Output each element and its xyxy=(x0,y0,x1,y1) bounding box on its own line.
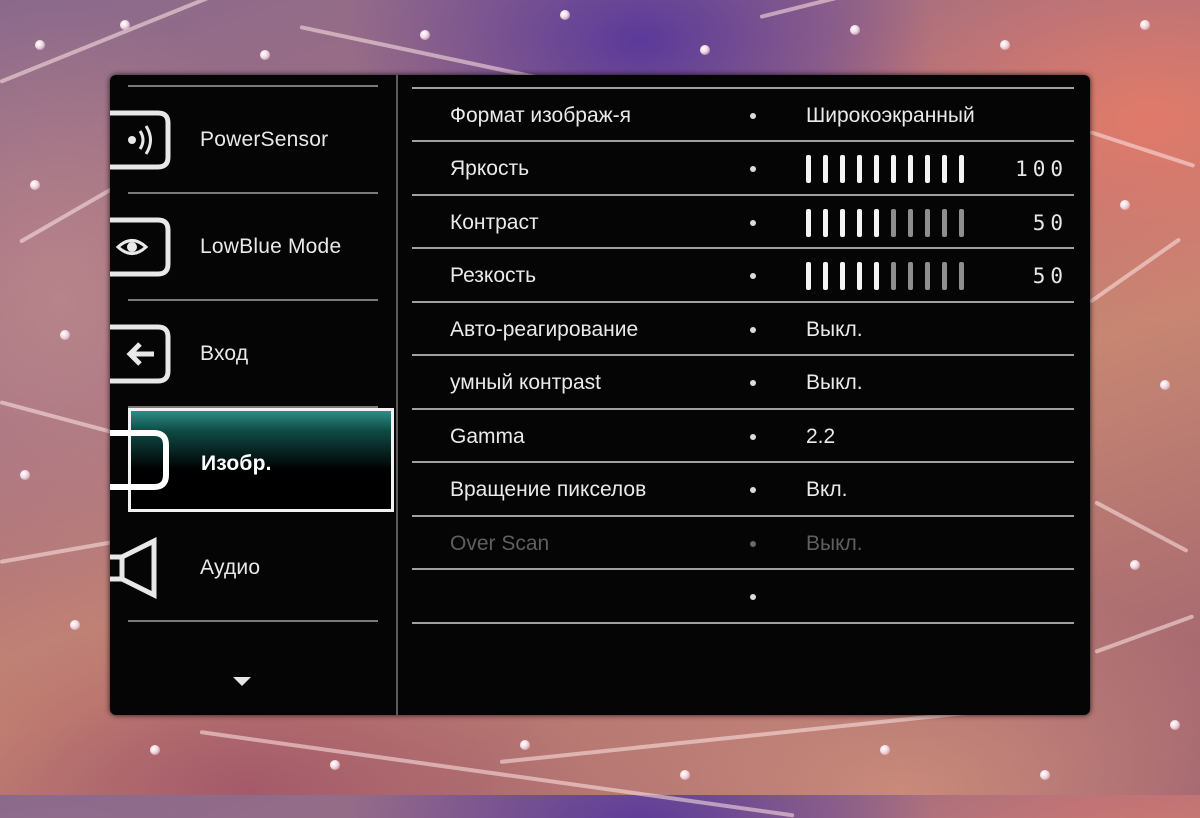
sidebar-item-audio[interactable]: Аудио xyxy=(110,515,378,620)
level-segment xyxy=(840,155,845,183)
sidebar-item-label: LowBlue Mode xyxy=(200,235,342,258)
level-segment xyxy=(908,262,913,290)
level-segment xyxy=(823,155,828,183)
brightness-slider[interactable] xyxy=(806,155,976,183)
setting-value: 2.2 xyxy=(806,425,836,448)
setting-value: Широкоэкранный xyxy=(806,104,975,127)
bullet-icon xyxy=(750,113,756,119)
level-segment xyxy=(857,209,862,237)
setting-label: Gamma xyxy=(450,425,525,448)
level-segment xyxy=(891,209,896,237)
setting-empty-row xyxy=(412,570,1074,624)
setting-label: Over Scan xyxy=(450,532,550,555)
setting-pixel-orbit[interactable]: Вращение пикселов Вкл. xyxy=(412,463,1074,517)
bullet-icon xyxy=(750,166,756,172)
setting-over-scan: Over Scan Выкл. xyxy=(412,517,1074,571)
setting-label: Формат изображ-я xyxy=(450,104,632,127)
setting-label: Авто-реагирование xyxy=(450,318,639,341)
level-segment xyxy=(891,155,896,183)
setting-label: Резкость xyxy=(450,264,537,287)
setting-auto-response[interactable]: Авто-реагирование Выкл. xyxy=(412,303,1074,357)
contrast-slider[interactable] xyxy=(806,209,976,237)
level-segment xyxy=(959,209,964,237)
setting-sharpness[interactable]: Резкость 50 xyxy=(412,249,1074,303)
bullet-icon xyxy=(750,487,756,493)
bullet-icon xyxy=(750,273,756,279)
level-segment xyxy=(942,262,947,290)
sharpness-value: 50 xyxy=(1032,264,1068,288)
level-segment xyxy=(823,262,828,290)
input-arrow-icon xyxy=(110,324,171,384)
level-segment xyxy=(840,262,845,290)
setting-contrast[interactable]: Контраст 50 xyxy=(412,196,1074,250)
bullet-icon xyxy=(750,541,756,547)
level-segment xyxy=(823,209,828,237)
setting-label: Яркость xyxy=(450,157,530,180)
level-segment xyxy=(908,155,913,183)
level-segment xyxy=(891,262,896,290)
level-segment xyxy=(959,262,964,290)
level-segment xyxy=(925,155,930,183)
setting-label: Контраст xyxy=(450,211,539,234)
setting-value: Выкл. xyxy=(806,371,863,394)
level-segment xyxy=(806,209,811,237)
setting-gamma[interactable]: Gamma 2.2 xyxy=(412,410,1074,464)
sidebar-item-input[interactable]: Вход xyxy=(110,301,378,406)
level-segment xyxy=(840,209,845,237)
setting-value: Вкл. xyxy=(806,478,848,501)
divider xyxy=(128,620,378,622)
bullet-icon xyxy=(750,327,756,333)
bullet-icon xyxy=(750,594,756,600)
level-segment xyxy=(925,209,930,237)
picture-icon xyxy=(110,430,169,490)
level-segment xyxy=(942,209,947,237)
power-sensor-icon xyxy=(110,110,171,170)
setting-value: Выкл. xyxy=(806,532,863,555)
panel-divider xyxy=(396,75,398,715)
sharpness-slider[interactable] xyxy=(806,262,976,290)
level-segment xyxy=(806,262,811,290)
sidebar: PowerSensor LowBlue Mode Вход Изобр. Ауд… xyxy=(110,75,396,715)
setting-brightness[interactable]: Яркость 100 xyxy=(412,142,1074,196)
level-segment xyxy=(874,209,879,237)
sidebar-item-powersensor[interactable]: PowerSensor xyxy=(110,87,378,192)
chevron-down-icon[interactable] xyxy=(233,677,251,686)
setting-smart-contrast[interactable]: умный контраst Выкл. xyxy=(412,356,1074,410)
divider xyxy=(412,622,1074,624)
setting-value: Выкл. xyxy=(806,318,863,341)
level-segment xyxy=(925,262,930,290)
level-segment xyxy=(874,155,879,183)
setting-label: умный контраst xyxy=(450,371,601,394)
sidebar-item-label: PowerSensor xyxy=(200,128,329,151)
speaker-icon xyxy=(110,536,157,600)
level-segment xyxy=(874,262,879,290)
sidebar-item-label: Вход xyxy=(200,342,249,365)
level-segment xyxy=(908,209,913,237)
level-segment xyxy=(942,155,947,183)
sidebar-item-picture[interactable]: Изобр. xyxy=(110,408,394,512)
osd-menu: PowerSensor LowBlue Mode Вход Изобр. Ауд… xyxy=(110,75,1090,715)
sidebar-item-label: Изобр. xyxy=(201,452,272,475)
bullet-icon xyxy=(750,220,756,226)
sidebar-item-label: Аудио xyxy=(200,556,261,579)
level-segment xyxy=(857,262,862,290)
level-segment xyxy=(959,155,964,183)
contrast-value: 50 xyxy=(1032,211,1068,235)
brightness-value: 100 xyxy=(1015,157,1068,181)
eye-icon xyxy=(110,217,171,277)
bullet-icon xyxy=(750,380,756,386)
setting-aspect-ratio[interactable]: Формат изображ-я Широкоэкранный xyxy=(412,89,1074,143)
bullet-icon xyxy=(750,434,756,440)
sidebar-item-lowblue-mode[interactable]: LowBlue Mode xyxy=(110,194,378,299)
level-segment xyxy=(806,155,811,183)
setting-label: Вращение пикселов xyxy=(450,478,647,501)
level-segment xyxy=(857,155,862,183)
